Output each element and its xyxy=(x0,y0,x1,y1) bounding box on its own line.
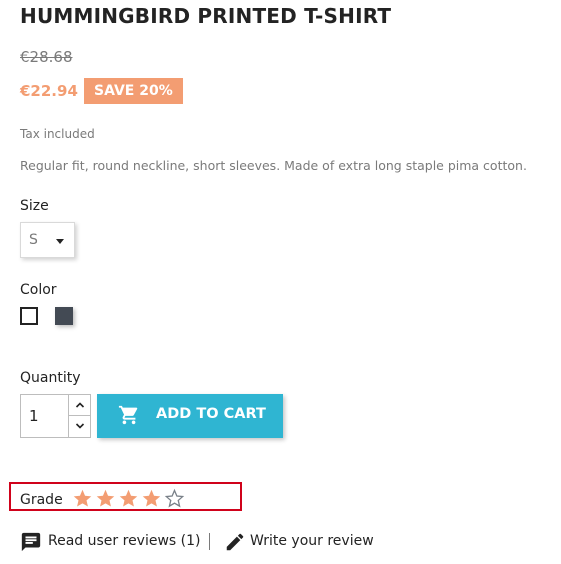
read-reviews-label: Read user reviews (1) xyxy=(48,533,201,549)
review-links-divider xyxy=(209,533,210,550)
quantity-label: Quantity xyxy=(20,370,81,386)
current-price: €22.94 xyxy=(20,82,78,100)
star-filled-icon xyxy=(73,489,92,507)
discount-badge: SAVE 20% xyxy=(84,78,183,104)
product-description: Regular fit, round neckline, short sleev… xyxy=(20,158,527,173)
write-review-label: Write your review xyxy=(250,533,374,549)
star-filled-icon xyxy=(96,489,115,507)
star-filled-icon xyxy=(119,489,138,507)
tax-label: Tax included xyxy=(20,127,95,141)
star-filled-icon xyxy=(142,489,161,507)
grade-label: Grade xyxy=(20,492,63,508)
quantity-decrement-button[interactable] xyxy=(68,416,91,438)
color-swatch-gray[interactable] xyxy=(55,307,73,325)
size-label: Size xyxy=(20,198,49,214)
color-swatch-white[interactable] xyxy=(20,307,38,325)
chevron-up-icon xyxy=(75,402,85,408)
pencil-icon xyxy=(226,533,244,551)
comment-icon xyxy=(21,532,41,552)
star-empty-icon xyxy=(164,488,185,508)
shopping-cart-icon xyxy=(118,405,138,425)
size-select[interactable]: S xyxy=(20,222,75,258)
size-selected-value: S xyxy=(29,232,38,248)
caret-down-icon xyxy=(56,239,64,244)
quantity-increment-button[interactable] xyxy=(68,394,91,416)
product-title: HUMMINGBIRD PRINTED T-SHIRT xyxy=(20,4,392,28)
add-to-cart-label: ADD TO CART xyxy=(156,406,266,422)
quantity-input[interactable] xyxy=(20,394,68,438)
regular-price: €28.68 xyxy=(20,48,73,66)
add-to-cart-button[interactable]: ADD TO CART xyxy=(97,394,283,438)
color-label: Color xyxy=(20,282,57,298)
chevron-down-icon xyxy=(75,423,85,429)
